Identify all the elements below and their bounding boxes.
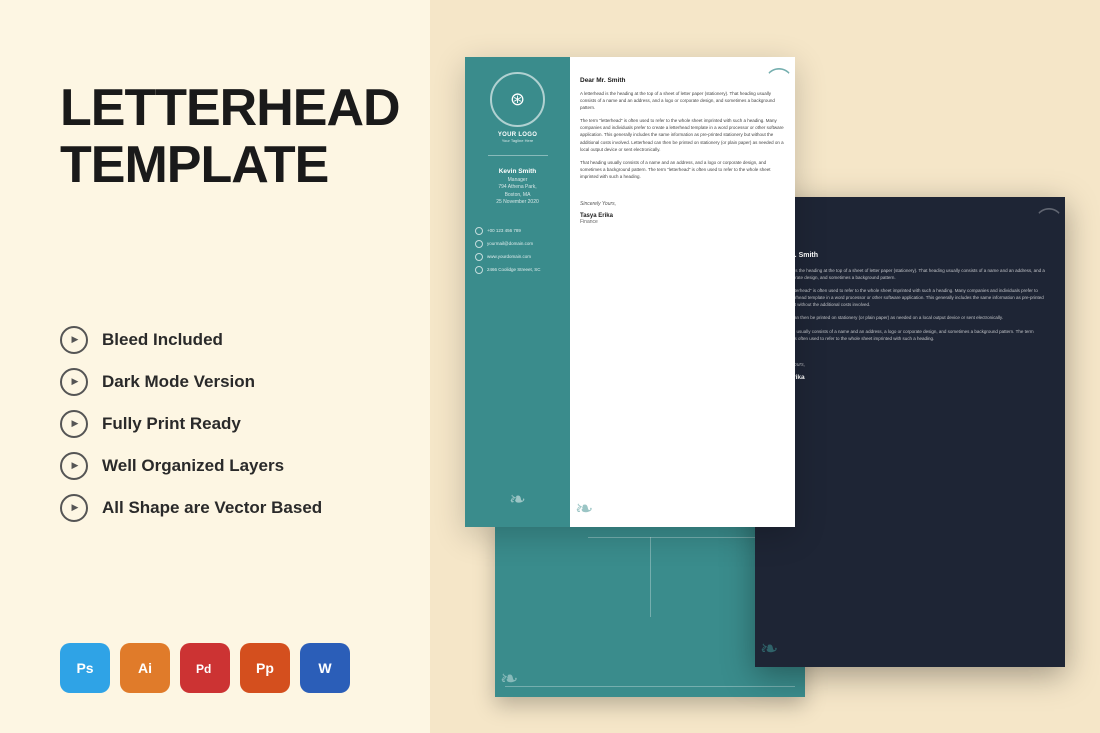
dark-body2: The term "letterhead" is often used to r… bbox=[769, 287, 1051, 309]
feature-bleed: Bleed Included bbox=[60, 326, 380, 354]
dark-bottom-decoration: ❧ bbox=[760, 636, 778, 662]
feature-vector: All Shape are Vector Based bbox=[60, 494, 380, 522]
contact-email: yourmail@domain.com bbox=[475, 240, 560, 248]
feature-darkmode: Dark Mode Version bbox=[60, 368, 380, 396]
contact-phone: +00 123 456 789 bbox=[475, 227, 560, 235]
dark-top-decoration: ⌒ bbox=[1038, 202, 1060, 234]
web-text: www.yourdomain.com bbox=[487, 254, 531, 259]
web-dot bbox=[475, 253, 483, 261]
dark-body4: That heading usually consists of a name … bbox=[769, 328, 1051, 342]
doc-greeting: Dear Mr. Smith bbox=[580, 77, 785, 84]
addr-dot bbox=[475, 266, 483, 274]
dark-greeting: Dear Mr. Smith bbox=[769, 252, 1051, 259]
features-list: Bleed Included Dark Mode Version Fully P… bbox=[60, 326, 380, 522]
title-line2: TEMPLATE bbox=[60, 136, 328, 194]
doc-dark: ⌒ Dear Mr. Smith A letterhead is the hea… bbox=[755, 197, 1065, 667]
doc-sig-title: Finance bbox=[580, 219, 785, 225]
feature-printready: Fully Print Ready bbox=[60, 410, 380, 438]
doc-signoff: Sincerely Yours, bbox=[580, 201, 785, 207]
darkmode-icon bbox=[60, 368, 88, 396]
dark-body1: A letterhead is the heading at the top o… bbox=[769, 267, 1051, 281]
sidebar-info: Kevin Smith Manager 794 Athena Park, Bos… bbox=[496, 168, 539, 207]
right-panel: ⊛ YOUR LOGO Your Tagline Here Kevin Smit… bbox=[430, 0, 1100, 733]
teal-corner-decoration: ❧ bbox=[500, 666, 518, 692]
teal-deco-line bbox=[505, 686, 795, 687]
bleed-icon bbox=[60, 326, 88, 354]
bottom-corner-decoration: ❧ bbox=[575, 496, 593, 522]
logo-tagline: Your Tagline Here bbox=[502, 138, 534, 143]
title-section: LETTERHEAD TEMPLATE bbox=[60, 80, 380, 194]
doc-body2: The term "letterhead" is often used to r… bbox=[580, 117, 785, 153]
doc-white: ⊛ YOUR LOGO Your Tagline Here Kevin Smit… bbox=[465, 57, 795, 527]
feature-bleed-label: Bleed Included bbox=[102, 330, 223, 350]
teal-vertical-line bbox=[650, 537, 651, 617]
dark-signoff: Sincerely Yours, bbox=[769, 362, 1051, 368]
email-dot bbox=[475, 240, 483, 248]
feature-darkmode-label: Dark Mode Version bbox=[102, 372, 255, 392]
svg-text:Pd: Pd bbox=[196, 662, 211, 676]
phone-text: +00 123 456 789 bbox=[487, 228, 521, 233]
layers-icon bbox=[60, 452, 88, 480]
documents-container: ⊛ YOUR LOGO Your Tagline Here Kevin Smit… bbox=[465, 37, 1065, 697]
email-text: yourmail@domain.com bbox=[487, 241, 533, 246]
contact-web: www.yourdomain.com bbox=[475, 253, 560, 261]
word-icon: W bbox=[300, 643, 350, 693]
page-title: LETTERHEAD TEMPLATE bbox=[60, 80, 380, 194]
sender-name: Kevin Smith bbox=[496, 168, 539, 175]
ppt-icon: Pp bbox=[240, 643, 290, 693]
ai-icon: Ai bbox=[120, 643, 170, 693]
dark-sig-name: Tasya Erika bbox=[769, 374, 1051, 381]
sidebar-bottom-decoration: ❧ bbox=[509, 487, 526, 512]
sender-date: 25 November 2020 bbox=[496, 199, 539, 207]
sender-title: Manager bbox=[496, 177, 539, 185]
top-corner-decoration: ⌒ bbox=[768, 62, 790, 94]
ps-icon: Ps bbox=[60, 643, 110, 693]
software-icons: Ps Ai Pd Pp W bbox=[60, 643, 380, 693]
feature-printready-label: Fully Print Ready bbox=[102, 414, 241, 434]
dark-sig-title: Finance bbox=[769, 381, 1051, 387]
phone-dot bbox=[475, 227, 483, 235]
vector-icon bbox=[60, 494, 88, 522]
feature-layers: Well Organized Layers bbox=[60, 452, 380, 480]
addr-text: 2466 Coolidge Streeet, SC bbox=[487, 267, 541, 272]
sender-address: 794 Athena Park, bbox=[496, 184, 539, 192]
dark-body3: Letterhead can then be printed on statio… bbox=[769, 314, 1051, 321]
left-panel: LETTERHEAD TEMPLATE Bleed Included Dark … bbox=[0, 0, 430, 733]
feature-vector-label: All Shape are Vector Based bbox=[102, 498, 322, 518]
sidebar-contacts: +00 123 456 789 yourmail@domain.com www.… bbox=[475, 227, 560, 279]
printready-icon bbox=[60, 410, 88, 438]
pdf-icon: Pd bbox=[180, 643, 230, 693]
logo-icon: ⊛ bbox=[510, 89, 525, 110]
sidebar-divider bbox=[488, 155, 548, 156]
feature-layers-label: Well Organized Layers bbox=[102, 456, 284, 476]
doc-content: ⌒ Dear Mr. Smith A letterhead is the hea… bbox=[570, 57, 795, 527]
doc-body1: A letterhead is the heading at the top o… bbox=[580, 90, 785, 112]
logo-area: ⊛ bbox=[490, 72, 545, 127]
title-line1: LETTERHEAD bbox=[60, 79, 400, 137]
doc-body3: That heading usually consists of a name … bbox=[580, 159, 785, 181]
contact-addr: 2466 Coolidge Streeet, SC bbox=[475, 266, 560, 274]
doc-sidebar: ⊛ YOUR LOGO Your Tagline Here Kevin Smit… bbox=[465, 57, 570, 527]
sender-city: Boston, MA bbox=[496, 192, 539, 200]
